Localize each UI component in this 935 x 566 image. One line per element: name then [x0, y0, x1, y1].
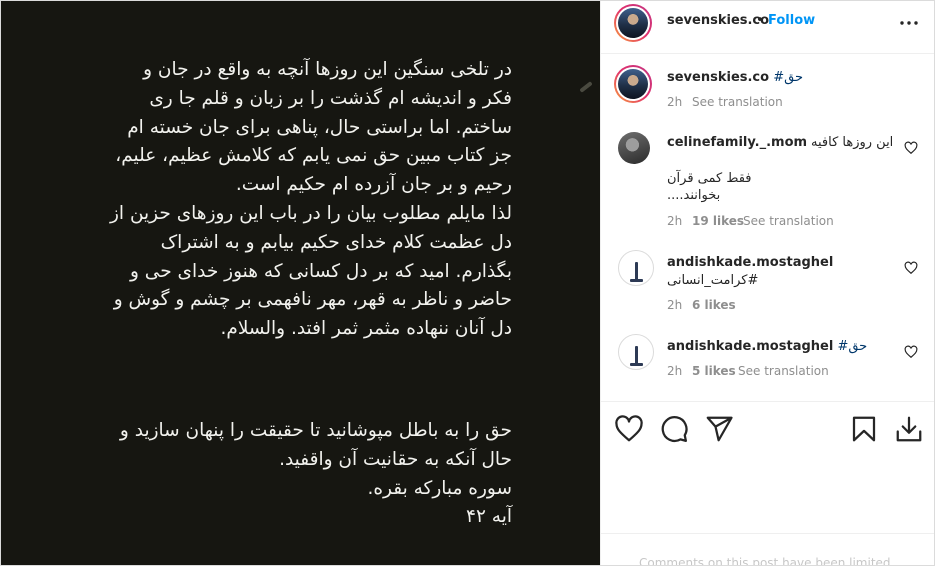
comment-3-likes-count[interactable]: 5 likes — [692, 364, 736, 378]
comment-3-time: 2h — [667, 364, 683, 378]
post-header: sevenskies.co • Follow — [601, 1, 934, 54]
more-options-icon[interactable] — [899, 13, 919, 33]
caption-line: sevenskies.co #حق — [667, 70, 803, 85]
heart-icon[interactable] — [614, 414, 644, 444]
author-avatar[interactable] — [614, 4, 652, 42]
post-text-paragraph-1: در تلخی سنگین این روزها آنچه به واقع در … — [109, 59, 512, 340]
comment-1-text-line-2: فقط کمی قرآن — [667, 171, 752, 186]
caption-avatar-image — [618, 69, 648, 99]
comment-2-username[interactable]: andishkade.mostaghel — [667, 255, 833, 270]
comment-icon[interactable] — [659, 414, 689, 444]
action-bar — [601, 401, 934, 402]
comment-3-line: andishkade.mostaghel #حق — [667, 339, 867, 354]
comment-1-likes-count[interactable]: 19 likes — [692, 214, 744, 228]
comment-3-avatar[interactable] — [618, 334, 654, 370]
comments-limited-footer: Comments on this post have been limited. — [601, 533, 934, 566]
comment-1-see-translation[interactable]: See translation — [743, 214, 834, 228]
comment-3-hashtag[interactable]: #حق — [837, 339, 867, 354]
caption-see-translation[interactable]: See translation — [692, 95, 783, 109]
caption-avatar-border — [616, 67, 650, 101]
comment-1-text-line-1: این روزها کافیه — [811, 135, 894, 150]
share-icon[interactable] — [704, 414, 734, 444]
follow-button[interactable]: Follow — [768, 13, 815, 28]
comment-1-likes[interactable]: 19 likes — [692, 214, 744, 228]
comment-2-likes-count[interactable]: 6 likes — [692, 298, 736, 312]
author-avatar-image — [618, 8, 648, 38]
bookmark-icon[interactable] — [849, 414, 879, 444]
comment-1-username[interactable]: celinefamily._.mom — [667, 135, 807, 150]
comment-2-logo-base — [630, 279, 643, 282]
instagram-post-window: در تلخی سنگین این روزها آنچه به واقع در … — [0, 0, 935, 566]
header-separator: • — [756, 13, 764, 28]
comment-3-logo-mark — [635, 346, 638, 364]
comment-1-avatar[interactable] — [618, 132, 650, 164]
comment-3-likes[interactable]: 5 likes — [692, 364, 736, 378]
comment-2-like-icon[interactable] — [904, 261, 918, 275]
author-username[interactable]: sevenskies.co — [667, 13, 769, 28]
pen-tip-decoration — [579, 81, 593, 93]
caption-time: 2h — [667, 95, 683, 109]
comment-1-text-line-3: بخوانند.... — [667, 188, 721, 203]
caption-avatar[interactable] — [614, 65, 652, 103]
caption-username[interactable]: sevenskies.co — [667, 70, 769, 85]
comment-1-time: 2h — [667, 214, 683, 228]
comment-1-like-icon[interactable] — [904, 141, 918, 155]
comment-2-avatar[interactable] — [618, 250, 654, 286]
comment-2-time: 2h — [667, 298, 683, 312]
comment-3-see-translation[interactable]: See translation — [738, 364, 829, 378]
post-text-paragraph-2: حق را به باطل مپوشانید تا حقیقت را پنهان… — [119, 420, 512, 528]
caption-hashtag[interactable]: #حق — [773, 70, 803, 85]
post-image[interactable]: در تلخی سنگین این روزها آنچه به واقع در … — [1, 1, 600, 565]
comment-2-hashtag[interactable]: #کرامت_انسانی — [667, 273, 758, 288]
download-icon[interactable] — [894, 414, 924, 444]
comment-3-logo-base — [630, 363, 643, 366]
post-sidebar: sevenskies.co • Follow sevenskies.co #حق… — [600, 1, 934, 566]
comments-limited-text: Comments on this post have been limited. — [639, 556, 895, 566]
author-avatar-border — [616, 6, 650, 40]
comment-3-like-icon[interactable] — [904, 345, 918, 359]
comment-2-likes[interactable]: 6 likes — [692, 298, 736, 312]
comment-3-username[interactable]: andishkade.mostaghel — [667, 339, 833, 354]
comment-2-logo-mark — [635, 262, 638, 280]
